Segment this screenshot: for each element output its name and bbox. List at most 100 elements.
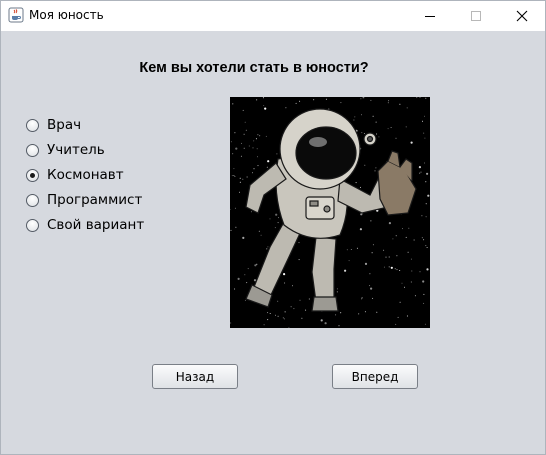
maximize-button[interactable] (453, 1, 499, 31)
option-kosmonavt[interactable]: Космонавт (25, 167, 195, 192)
star (308, 298, 310, 300)
star (359, 228, 362, 231)
star (413, 239, 415, 241)
star (256, 99, 258, 101)
star (230, 229, 232, 231)
star (244, 300, 246, 301)
radio-button[interactable] (26, 219, 39, 232)
star (320, 319, 323, 322)
minimize-button[interactable] (407, 1, 453, 31)
star (267, 160, 270, 163)
star (254, 264, 257, 267)
minimize-icon (425, 16, 435, 17)
star (364, 311, 366, 313)
star (235, 147, 238, 150)
star (420, 171, 422, 173)
star (237, 277, 240, 280)
star (375, 167, 377, 169)
radio-selected-dot (30, 173, 35, 178)
close-button[interactable] (499, 1, 545, 31)
star (239, 191, 240, 193)
star (378, 136, 380, 138)
star (427, 194, 430, 197)
star (242, 178, 244, 180)
star (282, 317, 284, 319)
star (361, 132, 363, 134)
star (422, 280, 425, 283)
star (284, 311, 286, 313)
option-svoi-variant[interactable]: Свой вариант (25, 217, 195, 242)
star (416, 97, 418, 99)
option-label[interactable]: Программист (47, 192, 142, 208)
star (362, 97, 364, 99)
star (255, 138, 257, 140)
star (364, 164, 366, 166)
star (424, 162, 425, 164)
star (419, 271, 421, 273)
star (276, 153, 278, 155)
star (387, 128, 389, 130)
star (336, 288, 338, 290)
option-label[interactable]: Свой вариант (47, 217, 144, 233)
star (278, 217, 279, 219)
star (265, 135, 267, 137)
star (355, 182, 357, 184)
star (410, 258, 412, 260)
star (248, 145, 250, 147)
radio-button[interactable] (26, 194, 39, 207)
star (299, 100, 301, 102)
star (411, 270, 413, 272)
star (235, 226, 237, 228)
star (335, 314, 337, 316)
star (401, 282, 403, 284)
title-bar[interactable]: Моя юность (1, 1, 545, 31)
star (422, 120, 423, 122)
star (387, 102, 389, 104)
star (369, 285, 371, 287)
astronaut-image (229, 96, 430, 329)
star (388, 266, 390, 268)
options-radio-group: Врач Учитель Космонавт Программист Свой … (25, 117, 195, 242)
star (253, 168, 255, 170)
star (293, 308, 295, 310)
star (299, 299, 301, 301)
star (371, 252, 373, 254)
star (370, 99, 372, 101)
star (372, 115, 374, 117)
star (364, 262, 368, 265)
option-vrach[interactable]: Врач (25, 117, 195, 142)
next-button[interactable]: Вперед (332, 364, 418, 389)
star (358, 313, 360, 315)
option-label[interactable]: Учитель (47, 142, 105, 158)
star (295, 102, 297, 104)
star (232, 153, 234, 155)
star (247, 268, 249, 270)
star (230, 141, 232, 143)
star (277, 315, 279, 317)
star (419, 172, 421, 174)
star (241, 142, 242, 144)
star (245, 129, 247, 131)
star (395, 137, 397, 139)
option-label[interactable]: Космонавт (47, 167, 124, 183)
star (405, 126, 407, 128)
star (369, 273, 371, 275)
star (242, 236, 245, 239)
astronaut-illustration (229, 96, 430, 329)
radio-button[interactable] (26, 119, 39, 132)
star (394, 268, 396, 270)
option-uchitel[interactable]: Учитель (25, 142, 195, 167)
star (252, 172, 253, 174)
back-button[interactable]: Назад (152, 364, 238, 389)
option-label[interactable]: Врач (47, 117, 81, 133)
radio-button[interactable] (26, 144, 39, 157)
option-programmist[interactable]: Программист (25, 192, 195, 217)
star (257, 156, 258, 158)
star (243, 147, 245, 149)
star (360, 98, 362, 100)
radio-button[interactable] (26, 169, 39, 182)
star (277, 300, 279, 302)
star (233, 175, 235, 176)
star (267, 246, 269, 248)
star (370, 220, 372, 222)
